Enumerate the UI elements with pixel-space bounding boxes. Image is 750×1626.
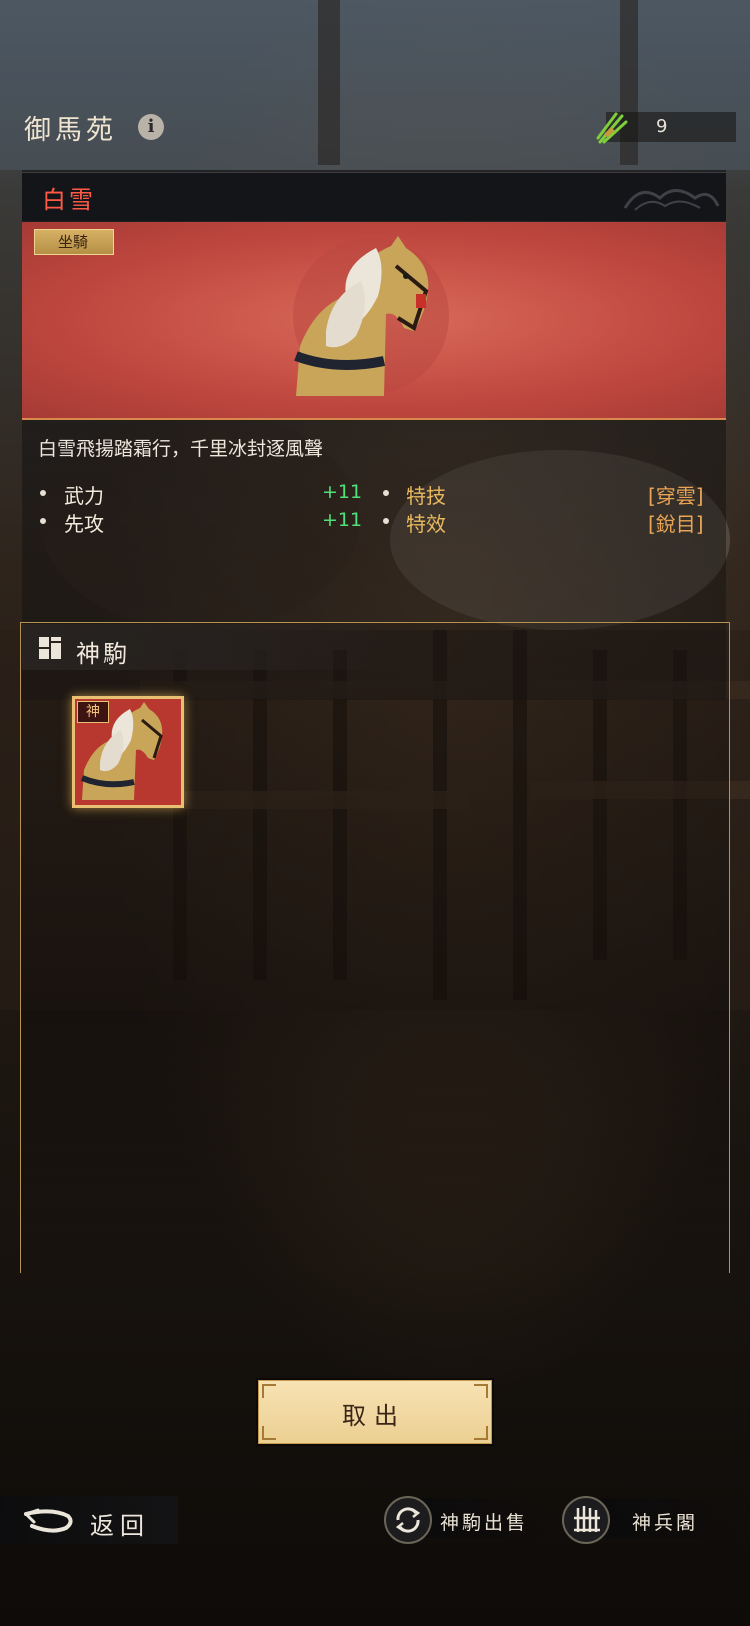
armory-label: 神兵閣 bbox=[632, 1512, 699, 1534]
bullet-dot bbox=[383, 490, 389, 496]
stat-label-initiative: 先攻 bbox=[64, 512, 104, 536]
cycle-arrows-icon bbox=[395, 1507, 421, 1533]
bullet-dot bbox=[40, 490, 46, 496]
mount-name: 白雪 bbox=[42, 186, 96, 214]
skill-value-effect: [銳目] bbox=[648, 512, 704, 536]
stat-value-initiative: +11 bbox=[322, 509, 363, 531]
info-icon[interactable]: i bbox=[138, 114, 164, 140]
bullet-dot bbox=[383, 518, 389, 524]
collection-title: 神駒 bbox=[76, 640, 130, 668]
grass-bundle-icon bbox=[596, 112, 628, 144]
stat-value-force: +11 bbox=[322, 481, 363, 503]
weapon-rack-icon bbox=[574, 1506, 600, 1532]
collection-grid-icon bbox=[39, 637, 61, 659]
bullet-dot bbox=[40, 518, 46, 524]
type-badge-label: 坐騎 bbox=[57, 233, 88, 251]
stat-label-force: 武力 bbox=[64, 484, 104, 508]
resource-value: 9 bbox=[656, 116, 668, 137]
page-title: 御馬苑 bbox=[24, 115, 117, 146]
horse-portrait-icon bbox=[293, 236, 449, 396]
cloud-ornament-icon bbox=[623, 189, 720, 211]
back-arrow-icon bbox=[24, 1508, 73, 1533]
sell-label: 神駒出售 bbox=[440, 1512, 529, 1534]
mount-description: 白雪飛揚踏霜行，千里冰封逐風聲 bbox=[38, 438, 324, 460]
back-label: 返回 bbox=[90, 1512, 150, 1540]
take-out-label: 取出 bbox=[342, 1402, 406, 1430]
skill-label-effect: 特效 bbox=[406, 512, 446, 536]
skill-label-technique: 特技 bbox=[406, 484, 446, 508]
divine-tag: 神 bbox=[77, 701, 109, 723]
skill-value-technique: [穿雲] bbox=[648, 484, 704, 508]
